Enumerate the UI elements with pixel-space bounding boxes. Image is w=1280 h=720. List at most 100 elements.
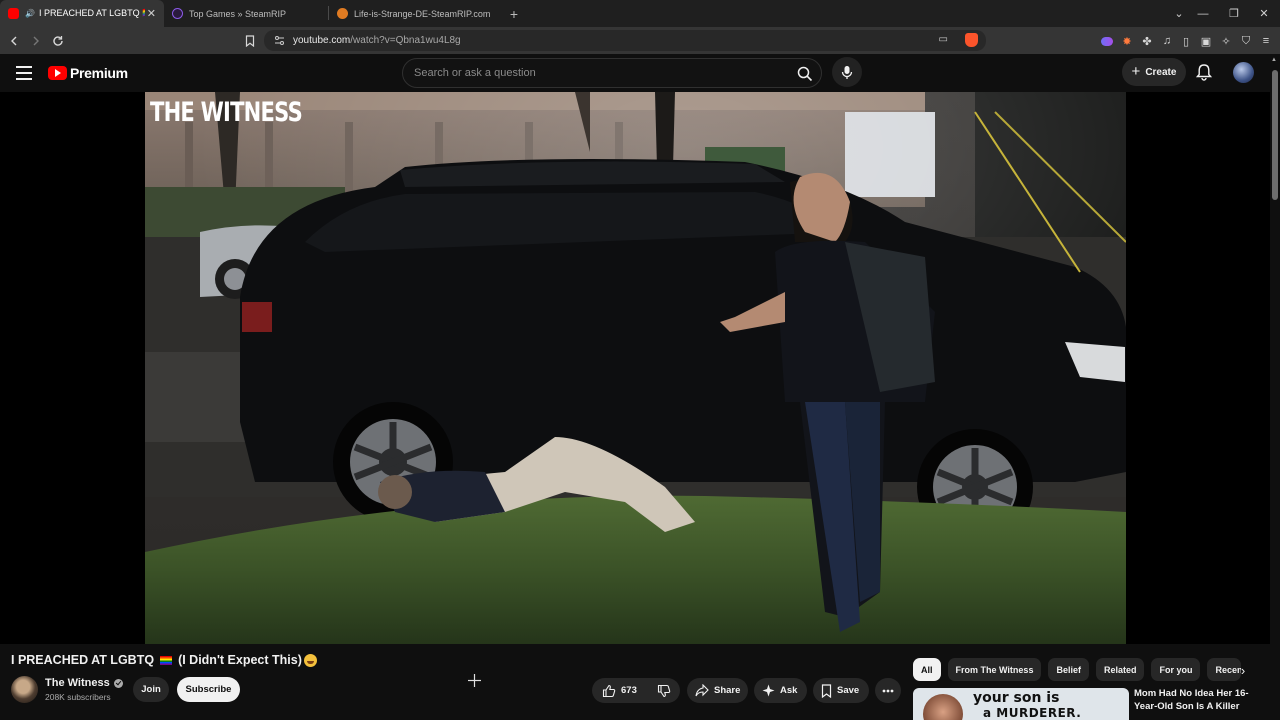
create-label: Create (1145, 66, 1177, 78)
new-tab-button[interactable]: + (499, 0, 529, 27)
more-actions-button[interactable] (875, 678, 901, 703)
share-button[interactable]: Share (687, 678, 748, 703)
save-button[interactable]: Save (813, 678, 869, 703)
close-tab-icon[interactable]: ✕ (147, 7, 156, 20)
extensions-puzzle-icon[interactable]: ✤ (1140, 34, 1154, 48)
like-dislike-group: 673 (592, 678, 680, 703)
create-button[interactable]: + Create (1122, 58, 1186, 86)
thumbs-up-icon (602, 684, 616, 697)
browser-tab-bar: 🔊 I PREACHED AT LGBTQ 🏳️‍🌈 (I D ✕ Top Ga… (0, 0, 1280, 27)
voice-search-button[interactable] (832, 57, 862, 87)
sidebar-icon[interactable]: ▯ (1179, 34, 1193, 48)
bookmark-save-icon (821, 683, 832, 698)
video-frame[interactable] (145, 92, 1126, 644)
logo-text: Premium (70, 65, 128, 81)
bookmark-icon[interactable] (243, 34, 257, 48)
share-label: Share (714, 685, 741, 696)
guide-menu-icon[interactable] (16, 66, 32, 80)
youtube-premium-logo[interactable]: Premium (48, 65, 128, 81)
search-box[interactable] (402, 58, 822, 88)
grimace-emoji-icon (303, 653, 317, 667)
pride-flag-icon (160, 655, 173, 665)
account-avatar[interactable] (1233, 62, 1254, 83)
subscriber-count: 208K subscribers (45, 692, 111, 702)
scrollbar-thumb[interactable] (1272, 70, 1278, 200)
minimize-button[interactable]: — (1187, 0, 1219, 27)
forward-arrow-icon (33, 36, 39, 45)
youtube-masthead: Premium + Create (0, 54, 1270, 92)
thumbs-down-icon (657, 684, 671, 697)
video-title-text: I PREACHED AT LGBTQ (11, 653, 155, 667)
thumbnail-text-2: a MURDERER. (983, 706, 1082, 720)
channel-name[interactable]: The Witness (45, 677, 110, 689)
chip-from-channel[interactable]: From The Witness (947, 658, 1042, 681)
youtube-favicon-icon (8, 8, 19, 19)
browser-menu-icon[interactable]: ≡ (1259, 34, 1273, 48)
thumbnail-face (923, 694, 963, 720)
restore-button[interactable]: ❐ (1218, 0, 1250, 27)
cast-icon[interactable]: ▭ (939, 34, 948, 45)
video-title-suffix: (I Didn't Expect This) (178, 653, 302, 667)
ask-button[interactable]: Ask (754, 678, 807, 703)
search-icon (797, 66, 813, 82)
address-bar[interactable]: youtube.com/watch?v=Qbna1wu4L8g ▭ (264, 30, 986, 51)
browser-toolbar: youtube.com/watch?v=Qbna1wu4L8g ▭ ✸ ✤ ♫ … (0, 27, 1280, 54)
subscribe-button[interactable]: Subscribe (177, 677, 240, 702)
chip-all[interactable]: All (913, 658, 941, 681)
recommended-video-thumbnail[interactable]: your son is a MURDERER. (913, 688, 1129, 720)
recommended-video-title[interactable]: Mom Had No Idea Her 16-Year-Old Son Is A… (1134, 688, 1260, 713)
site-info-icon[interactable] (274, 35, 285, 46)
speaker-icon[interactable]: 🔊 (25, 9, 35, 18)
tab-title: I PREACHED AT LGBTQ 🏳️‍🌈 (I D (38, 8, 145, 18)
video-title: I PREACHED AT LGBTQ (I Didn't Expect Thi… (11, 653, 317, 667)
crosshair-cursor-icon (468, 674, 481, 687)
tab-download[interactable]: Life-is-Strange-DE-SteamRIP.com.rar (329, 0, 499, 27)
url-host: youtube.com (293, 35, 351, 46)
close-window-button[interactable]: ✕ (1248, 0, 1280, 27)
like-button[interactable]: 673 (592, 678, 647, 703)
url-text: youtube.com/watch?v=Qbna1wu4L8g (293, 35, 461, 46)
tab-title: Top Games » SteamRIP (189, 8, 287, 19)
search-input[interactable] (414, 67, 774, 79)
tab-youtube[interactable]: 🔊 I PREACHED AT LGBTQ 🏳️‍🌈 (I D ✕ (0, 0, 164, 27)
brave-shield-icon[interactable] (965, 33, 978, 47)
scroll-up-icon[interactable]: ▲ (1271, 57, 1277, 63)
leo-ai-icon[interactable]: ✧ (1219, 34, 1233, 48)
download-favicon-icon (337, 8, 348, 19)
more-horizontal-icon (882, 689, 894, 692)
wallet-icon[interactable]: ▣ (1199, 34, 1213, 48)
tab-steamrip[interactable]: Top Games » SteamRIP (164, 0, 328, 27)
video-scene-image (145, 92, 1126, 644)
extension-gradient-icon[interactable] (1100, 34, 1114, 48)
share-arrow-icon (695, 684, 709, 697)
forward-button[interactable] (25, 30, 47, 52)
url-path: /watch?v=Qbna1wu4L8g (350, 35, 461, 46)
steamrip-favicon-icon (172, 8, 183, 19)
notifications-bell-icon[interactable] (1195, 63, 1214, 81)
page-scrollbar[interactable]: ▲ (1270, 54, 1280, 720)
join-button[interactable]: Join (133, 677, 169, 702)
chip-related[interactable]: Related (1095, 658, 1145, 681)
like-count: 673 (621, 685, 637, 696)
ask-label: Ask (780, 685, 798, 696)
channel-name-row[interactable]: The Witness (45, 677, 123, 689)
back-button[interactable] (3, 30, 25, 52)
reload-button[interactable] (47, 30, 69, 52)
search-button[interactable] (793, 62, 817, 86)
chip-belief[interactable]: Belief (1048, 658, 1089, 681)
verified-badge-icon (113, 678, 123, 688)
dislike-button[interactable] (647, 678, 681, 703)
music-note-icon[interactable]: ♫ (1160, 34, 1174, 48)
save-label: Save (837, 685, 860, 696)
tab-title: Life-is-Strange-DE-SteamRIP.com.rar (354, 8, 491, 19)
extension-rocket-icon[interactable]: ✸ (1120, 34, 1134, 48)
channel-avatar[interactable] (11, 676, 38, 703)
chevron-right-icon[interactable]: › (1232, 660, 1254, 680)
vpn-shield-icon[interactable]: ⛉ (1239, 34, 1253, 48)
video-player[interactable]: THE WITNESS (0, 92, 1270, 644)
channel-watermark: THE WITNESS (150, 97, 303, 128)
reload-icon (53, 35, 63, 46)
back-arrow-icon (11, 36, 17, 45)
chip-for-you[interactable]: For you (1151, 658, 1201, 681)
youtube-play-icon (48, 66, 67, 80)
